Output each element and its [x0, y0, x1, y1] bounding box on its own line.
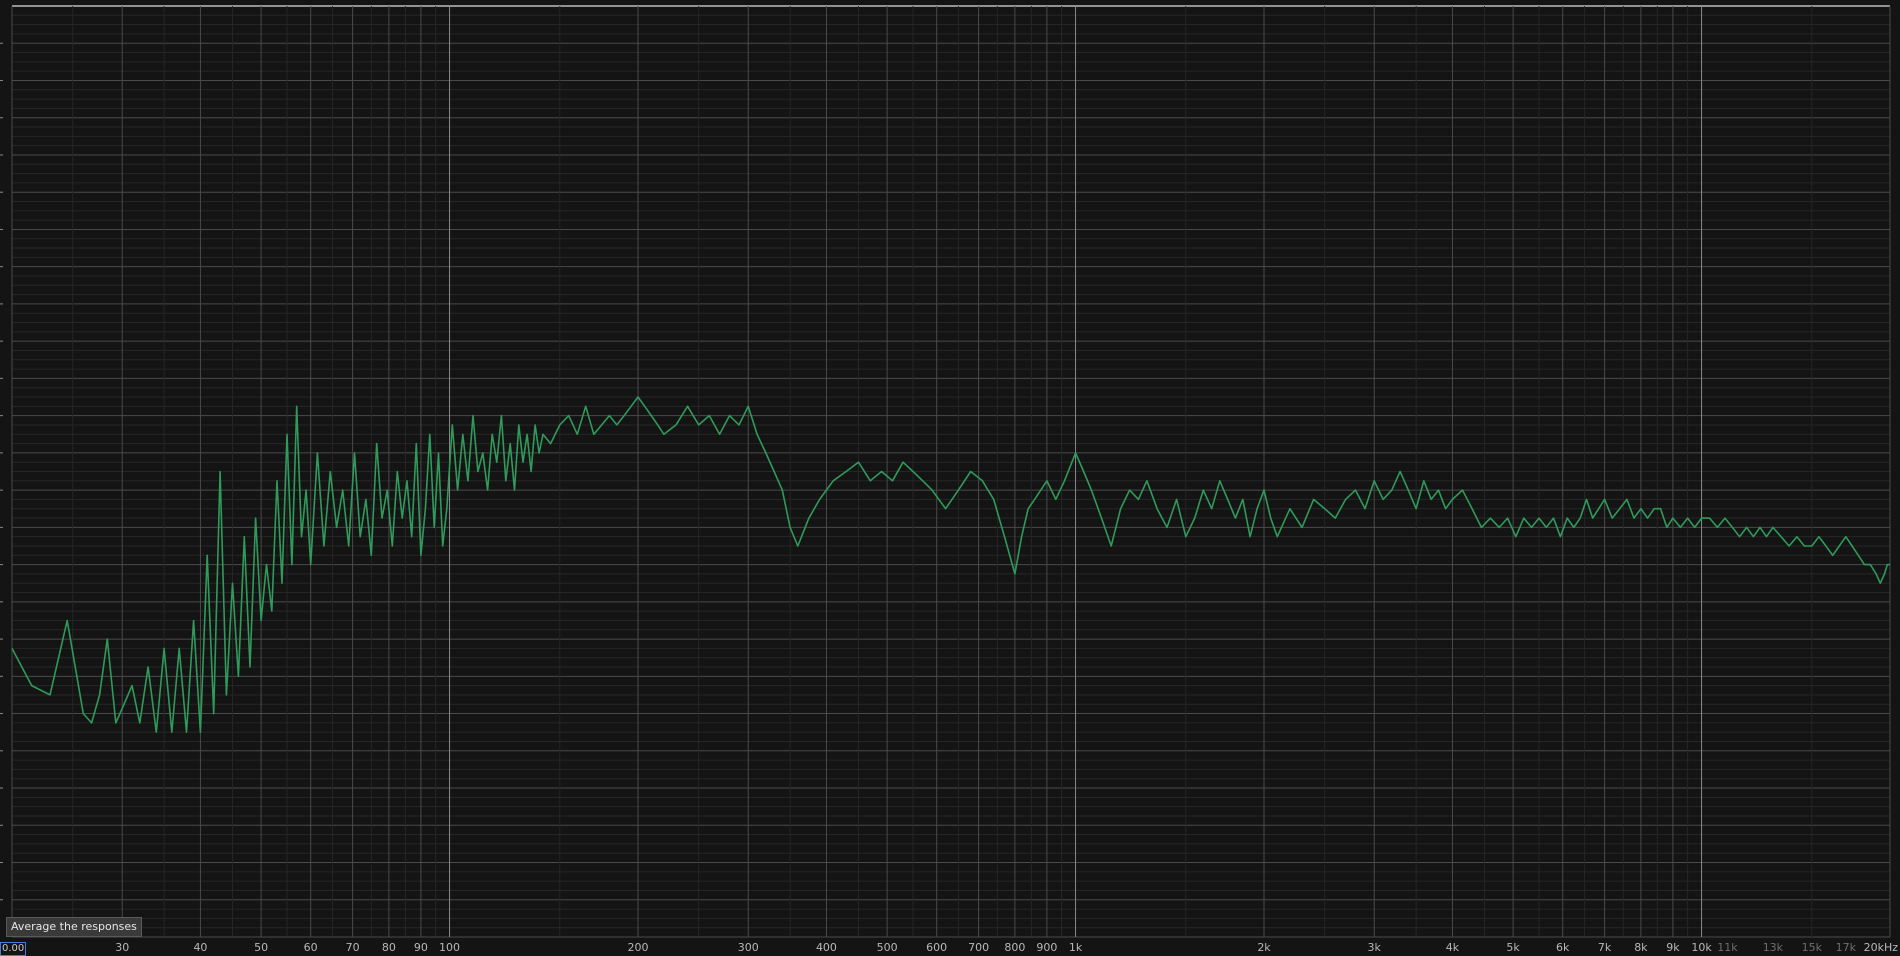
x-tick-label: 7k	[1598, 941, 1612, 954]
x-axis-tick-labels: 30 40 50 60 70 80 90 100 200 300 400 500 600 700 800 90…	[115, 941, 1898, 954]
x-tick-label: 8k	[1634, 941, 1648, 954]
x-tick-label: 13k	[1763, 941, 1784, 954]
x-tick-label: 10k	[1691, 941, 1712, 954]
x-tick-label: 70	[346, 941, 360, 954]
x-tick-label: 20kHz	[1864, 941, 1899, 954]
origin-readout[interactable]: 0.00	[0, 942, 27, 956]
x-tick-label: 6k	[1556, 941, 1570, 954]
chart-svg: 30 40 50 60 70 80 90 100 200 300 400 500 600 700 800 90…	[0, 5, 1898, 954]
x-tick-label: 2k	[1257, 941, 1271, 954]
x-tick-label: 90	[414, 941, 428, 954]
x-tick-label: 5k	[1506, 941, 1520, 954]
x-tick-label: 300	[738, 941, 759, 954]
frequency-response-plot[interactable]: 30 40 50 60 70 80 90 100 200 300 400 500 600 700 800 90…	[0, 0, 1900, 956]
x-tick-label: 15k	[1802, 941, 1823, 954]
x-tick-label: 100	[439, 941, 460, 954]
y-axis-edge	[0, 42, 3, 901]
x-tick-label: 80	[382, 941, 396, 954]
x-tick-label: 400	[816, 941, 837, 954]
x-tick-label: 17k	[1836, 941, 1857, 954]
x-tick-label: 30	[115, 941, 129, 954]
x-tick-label: 900	[1036, 941, 1057, 954]
x-tick-label: 600	[926, 941, 947, 954]
x-tick-label: 3k	[1368, 941, 1382, 954]
x-tick-label: 700	[968, 941, 989, 954]
x-tick-label: 200	[628, 941, 649, 954]
x-tick-label: 1k	[1069, 941, 1083, 954]
x-tick-label: 800	[1004, 941, 1025, 954]
grid-layer	[11, 5, 1891, 938]
x-tick-label: 500	[877, 941, 898, 954]
x-tick-label: 11k	[1717, 941, 1738, 954]
x-tick-label: 50	[254, 941, 268, 954]
x-tick-label: 4k	[1446, 941, 1460, 954]
average-responses-tooltip: Average the responses	[6, 917, 142, 937]
x-tick-label: 40	[193, 941, 207, 954]
x-tick-label: 9k	[1666, 941, 1680, 954]
x-tick-label: 60	[304, 941, 318, 954]
